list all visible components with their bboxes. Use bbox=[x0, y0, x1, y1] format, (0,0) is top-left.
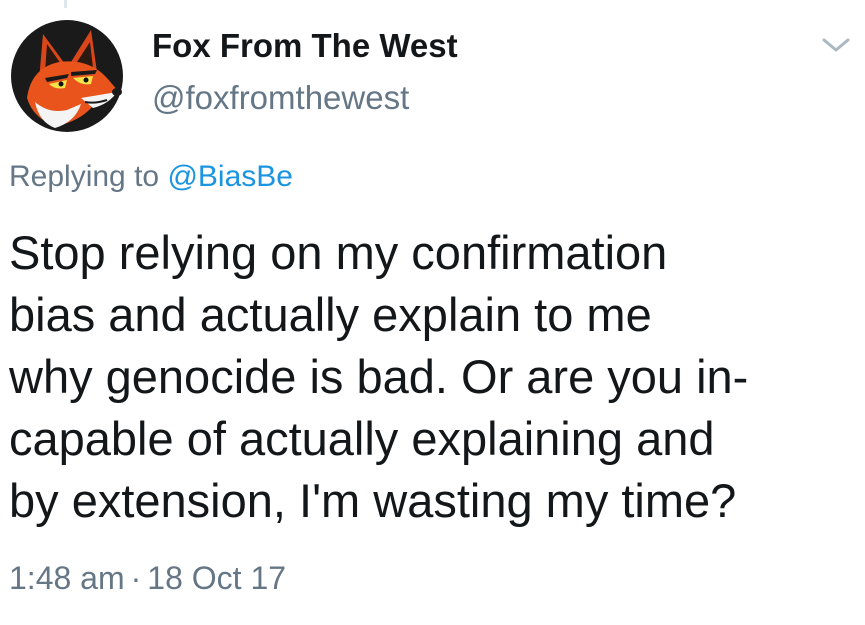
reply-mention-link[interactable]: @BiasBe bbox=[167, 160, 293, 193]
replying-to-line: Replying to @BiasBe bbox=[9, 160, 293, 194]
author-handle[interactable]: @foxfromthewest bbox=[152, 79, 409, 117]
replying-to-label: Replying to bbox=[9, 160, 160, 193]
tweet-menu-button[interactable] bbox=[818, 32, 854, 58]
tweet-text-line: capable of actually explaining and bbox=[9, 412, 715, 465]
tweet-timestamp[interactable]: 1:48 am · 18 Oct 17 bbox=[9, 560, 286, 597]
fox-avatar-icon bbox=[9, 18, 125, 134]
tweet-time: 1:48 am bbox=[9, 560, 125, 596]
tweet-text-line: by extension, I'm wasting my time? bbox=[9, 474, 737, 527]
tweet-card: Fox From The West @foxfromthewest Replyi… bbox=[0, 0, 865, 625]
avatar[interactable] bbox=[9, 18, 125, 134]
author-display-name[interactable]: Fox From The West bbox=[152, 27, 458, 65]
tweet-date: 18 Oct 17 bbox=[147, 560, 287, 596]
timestamp-separator: · bbox=[130, 560, 142, 596]
tweet-text-line: why genocide is bad. Or are you in- bbox=[9, 350, 749, 403]
tweet-text-line: bias and actually explain to me bbox=[9, 288, 652, 341]
tweet-body: Stop relying on my confirmation bias and… bbox=[9, 222, 859, 532]
tweet-text-line: Stop relying on my confirmation bbox=[9, 226, 668, 279]
chevron-down-icon bbox=[822, 38, 850, 52]
